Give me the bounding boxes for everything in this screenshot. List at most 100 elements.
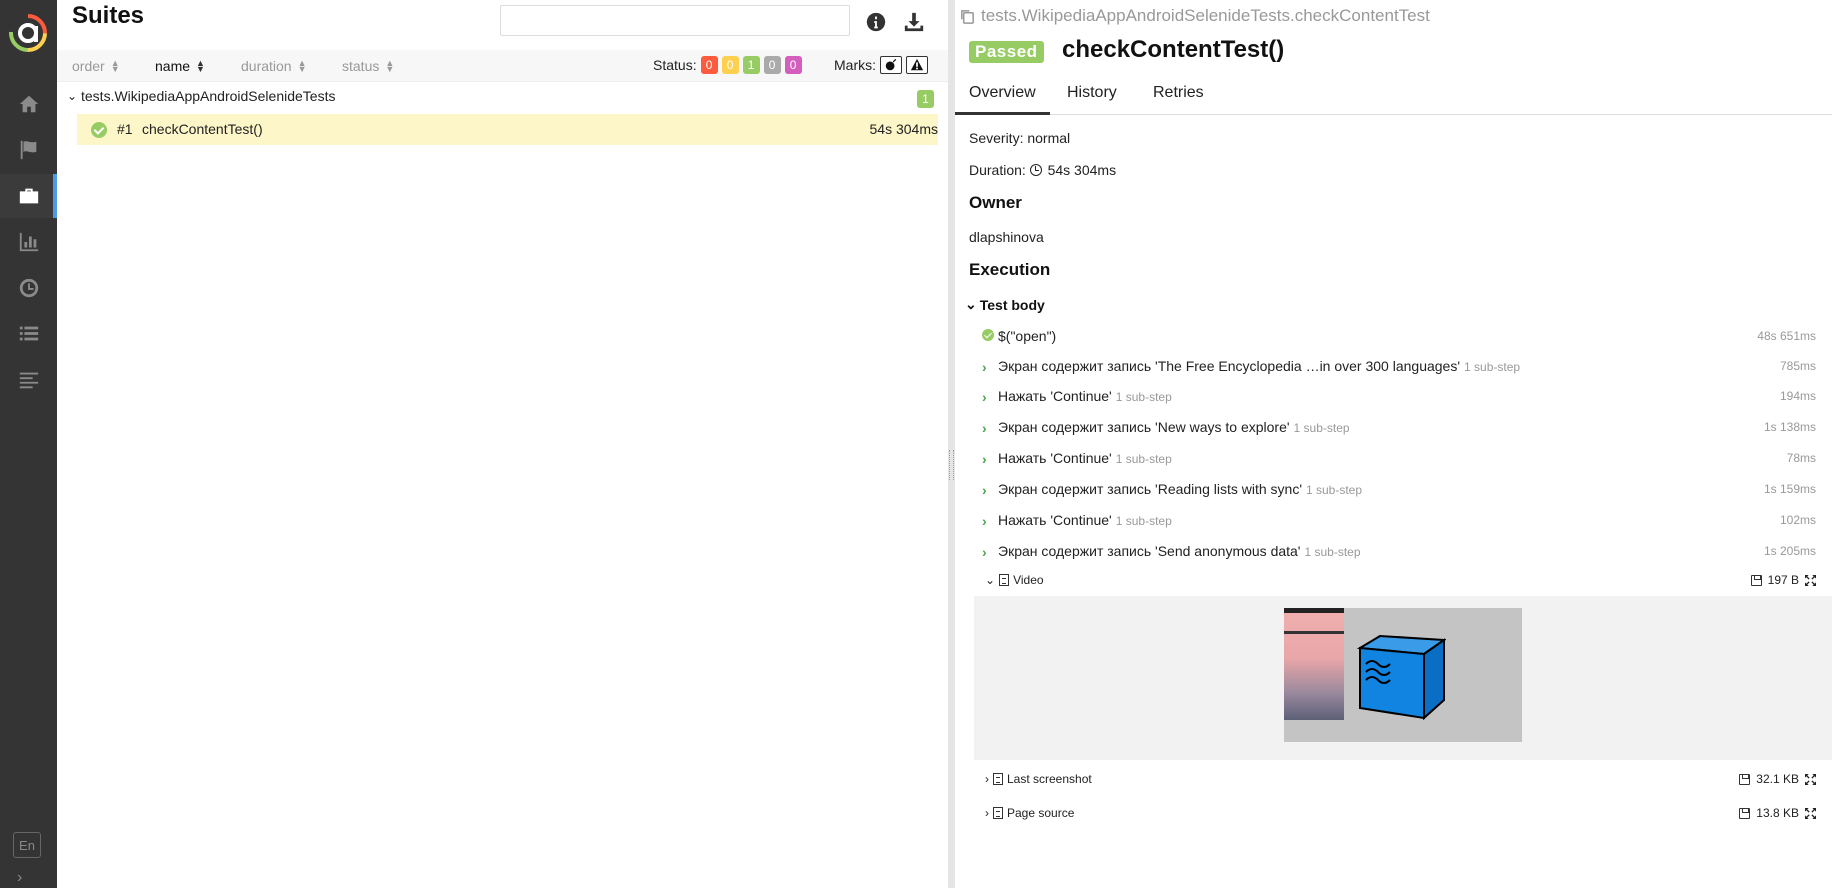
status-unknown-toggle[interactable]: 0 <box>784 56 802 74</box>
status-broken-toggle[interactable]: 0 <box>721 56 739 74</box>
save-icon <box>1739 807 1751 819</box>
sort-duration[interactable]: duration ▲ ▼ <box>241 58 307 74</box>
new-failed-mark-toggle[interactable] <box>906 56 928 74</box>
video-placeholder-icon <box>1356 634 1446 720</box>
nav-suites[interactable] <box>0 174 57 218</box>
bar-chart-icon <box>19 232 38 252</box>
step-row[interactable]: › Нажать 'Continue' 1 sub-step 102ms <box>982 510 1816 532</box>
save-icon <box>1739 773 1751 785</box>
step-row[interactable]: › Нажать 'Continue' 1 sub-step 194ms <box>982 386 1816 408</box>
status-filter: Status: 0 0 1 0 0 <box>653 56 802 74</box>
language-switch[interactable]: En <box>13 832 41 858</box>
chevron-right-icon: › <box>985 772 989 786</box>
sort-name[interactable]: name ▲ ▼ <box>155 58 205 74</box>
step-row[interactable]: › Экран содержит запись 'Send anonymous … <box>982 541 1816 563</box>
fullscreen-icon[interactable] <box>1805 807 1816 819</box>
flag-icon <box>20 140 36 160</box>
step-row[interactable]: › Нажать 'Continue' 1 sub-step 78ms <box>982 448 1816 470</box>
fullscreen-icon[interactable] <box>1805 773 1816 785</box>
test-detail-pane: tests.WikipediaAppAndroidSelenideTests.c… <box>955 0 1832 888</box>
sort-bar: order ▲ ▼ name ▲ ▼ duration ▲ ▼ status ▲ ▼ S… <box>57 50 948 82</box>
align-left-icon <box>19 372 38 389</box>
file-icon <box>999 574 1010 586</box>
suites-pane: Suites order ▲ ▼ name ▲ ▼ duration ▲ ▼ stat… <box>57 0 948 888</box>
sort-order[interactable]: order ▲ ▼ <box>72 58 120 74</box>
image-icon <box>993 773 1003 785</box>
nav-categories[interactable] <box>0 128 57 172</box>
nav-timeline[interactable] <box>0 266 57 310</box>
sort-arrows-icon: ▲ ▼ <box>385 58 395 74</box>
test-body-toggle[interactable]: ⌄ Test body <box>965 296 1045 313</box>
pane-splitter[interactable] <box>948 0 955 888</box>
step-row[interactable]: $("open") 48s 651ms <box>982 326 1816 348</box>
warning-icon <box>910 58 924 71</box>
tab-retries[interactable]: Retries <box>1139 84 1218 115</box>
chevron-right-icon: › <box>982 513 987 529</box>
status-badge: Passed <box>969 41 1044 63</box>
clock-icon <box>1029 164 1042 176</box>
allure-logo[interactable] <box>9 14 47 52</box>
attachment-row[interactable]: › Page source 13.8 KB <box>985 802 1816 824</box>
step-row[interactable]: › Экран содержит запись 'The Free Encycl… <box>982 356 1816 378</box>
passed-icon <box>91 122 107 138</box>
chevron-down-icon: ⌄ <box>67 89 78 103</box>
copy-icon[interactable] <box>959 8 976 25</box>
test-title: checkContentTest() <box>1062 36 1285 63</box>
sort-arrows-icon: ▲ ▼ <box>110 58 120 74</box>
group-count-badge: 1 <box>917 90 934 108</box>
chevron-down-icon: ⌄ <box>985 573 996 587</box>
download-button[interactable] <box>902 10 926 34</box>
marks-filter: Marks: <box>834 56 928 74</box>
sort-arrows-icon: ▲ ▼ <box>196 58 205 74</box>
test-row[interactable]: #1 checkContentTest() 54s 304ms <box>77 114 938 145</box>
chevron-right-icon: › <box>982 359 987 375</box>
tab-history[interactable]: History <box>1053 84 1131 115</box>
nav-overview[interactable] <box>0 82 57 126</box>
severity: Severity: normal <box>969 130 1071 146</box>
nav-graphs[interactable] <box>0 220 57 264</box>
search-input[interactable] <box>500 5 850 36</box>
flaky-mark-toggle[interactable] <box>880 56 902 74</box>
bomb-icon <box>885 58 897 71</box>
nav-packages[interactable] <box>0 358 57 402</box>
video-preview-phone <box>1284 608 1344 720</box>
step-row[interactable]: › Экран содержит запись 'Reading lists w… <box>982 479 1816 501</box>
clock-icon <box>19 278 38 298</box>
nav-behaviors[interactable] <box>0 312 57 356</box>
execution-heading: Execution <box>969 260 1051 279</box>
duration: Duration: 54s 304ms <box>969 162 1117 178</box>
chevron-right-icon: › <box>982 482 987 498</box>
attachment-row[interactable]: ⌄ Video 197 B <box>985 569 1816 591</box>
page-title: Suites <box>72 2 145 29</box>
video-preview-toolbar <box>1284 631 1344 634</box>
chevron-right-icon: › <box>982 420 987 436</box>
chevron-down-icon: ⌄ <box>965 296 977 312</box>
status-skipped-toggle[interactable]: 0 <box>763 56 781 74</box>
tab-overview[interactable]: Overview <box>955 84 1050 115</box>
suite-group[interactable]: ⌄ tests.WikipediaAppAndroidSelenideTests… <box>57 84 948 110</box>
video-frame[interactable] <box>1284 608 1522 742</box>
expand-sidebar-icon[interactable]: › <box>17 869 22 887</box>
list-icon <box>19 326 38 341</box>
chevron-right-icon: › <box>982 451 987 467</box>
sidebar: En › <box>0 0 57 888</box>
download-icon <box>904 12 924 32</box>
owner-value: dlapshinova <box>969 229 1044 245</box>
passed-icon <box>982 329 994 341</box>
owner-heading: Owner <box>969 193 1022 212</box>
status-failed-toggle[interactable]: 0 <box>700 56 718 74</box>
save-icon <box>1750 574 1762 586</box>
splitter-grip[interactable] <box>949 450 954 480</box>
info-icon <box>866 12 886 32</box>
status-passed-toggle[interactable]: 1 <box>742 56 760 74</box>
sort-arrows-icon: ▲ ▼ <box>297 58 307 74</box>
attachment-row[interactable]: › Last screenshot 32.1 KB <box>985 768 1816 790</box>
info-button[interactable] <box>864 10 888 34</box>
home-icon <box>19 95 38 113</box>
fullscreen-icon[interactable] <box>1805 574 1816 586</box>
video-player[interactable] <box>974 596 1832 760</box>
sort-status[interactable]: status ▲ ▼ <box>342 58 394 74</box>
chevron-right-icon: › <box>985 806 989 820</box>
step-row[interactable]: › Экран содержит запись 'New ways to exp… <box>982 417 1816 439</box>
file-icon <box>993 807 1003 819</box>
